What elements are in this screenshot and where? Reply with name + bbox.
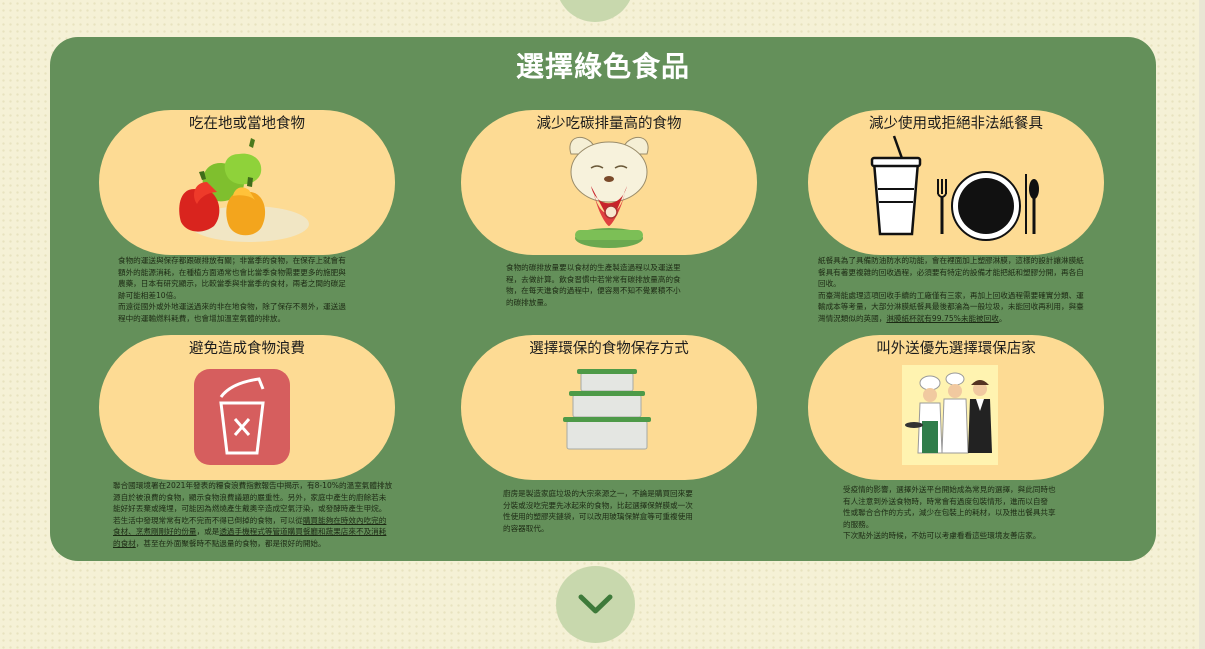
bell-peppers-icon [99, 134, 395, 252]
no-waste-bin-icon [99, 359, 395, 477]
card-description: 食物的運送與保存都跟碳排放有關；非當季的食物，在保存上就會有 額外的能源消耗，在… [118, 256, 346, 323]
text-link[interactable]: 淋膜紙杯就有99.75%未能被回收 [886, 314, 999, 323]
card-title: 避免造成食物浪費 [189, 341, 305, 357]
text-link[interactable]: 購買能夠在時效內吃完的 [303, 516, 387, 525]
dog-eating-steak-icon [461, 134, 757, 252]
chevron-down-icon [578, 594, 613, 614]
card-title: 選擇環保的食物保存方式 [529, 341, 689, 357]
card-eco-delivery: 叫外送優先選擇環保店家 [808, 335, 1104, 480]
text-link[interactable]: 的食材 [113, 539, 136, 548]
card-description: 聯合國環境署在2021年發表的糧食浪費指數報告中揭示，有8-10%的溫室氣體排放… [113, 481, 393, 548]
text-link[interactable]: 透過手機程式等管道購買餐廳和蔬果店來不及消耗 [219, 527, 386, 536]
chefs-and-waiter-icon [808, 359, 1104, 477]
card-food-storage: 選擇環保的食物保存方式 [461, 335, 757, 480]
card-title: 減少使用或拒絕非法紙餐具 [869, 116, 1043, 132]
food-containers-icon [461, 359, 757, 477]
page-title: 選擇綠色食品 [515, 50, 690, 83]
card-food-waste: 避免造成食物浪費 [99, 335, 395, 480]
card-local-food: 吃在地或當地食物 [99, 110, 395, 255]
card-title: 減少吃碳排量高的食物 [536, 116, 682, 132]
card-title: 吃在地或當地食物 [189, 116, 305, 132]
cup-and-tableware-icon [808, 134, 1104, 252]
card-title: 叫外送優先選擇環保店家 [876, 341, 1036, 357]
green-food-panel: 選擇綠色食品 吃在地或當地食物 食物的運送與保存都跟碳排放有關；非當季的食物，在… [50, 37, 1156, 561]
card-description: 食物的碳排放量要以食材的生產製造過程以及運送里 程，去做計算。飲食習慣中若常常有… [506, 263, 681, 307]
scroll-down-button[interactable] [556, 566, 635, 643]
card-paper-tableware: 減少使用或拒絕非法紙餐具 [808, 110, 1104, 255]
page-edge [1199, 0, 1205, 649]
card-low-carbon-food: 減少吃碳排量高的食物 [461, 110, 757, 255]
card-description: 紙餐具為了具備防油防水的功能，會在裡面加上塑膠淋膜，這樣的設計讓淋膜紙 餐具有著… [818, 256, 1084, 323]
scroll-up-button[interactable] [556, 0, 634, 22]
card-description: 受疫情的影響，選擇外送平台開始成為常見的選擇，與此同時也 有人注意到外送食物時，… [843, 485, 1056, 541]
card-description: 廚房是製造家庭垃圾的大宗來源之一，不論是購買回來要 分裝或沒吃完要先冰起來的食物… [503, 489, 693, 533]
text-link[interactable]: 食材、烹煮剛剛好的份量 [113, 527, 197, 536]
